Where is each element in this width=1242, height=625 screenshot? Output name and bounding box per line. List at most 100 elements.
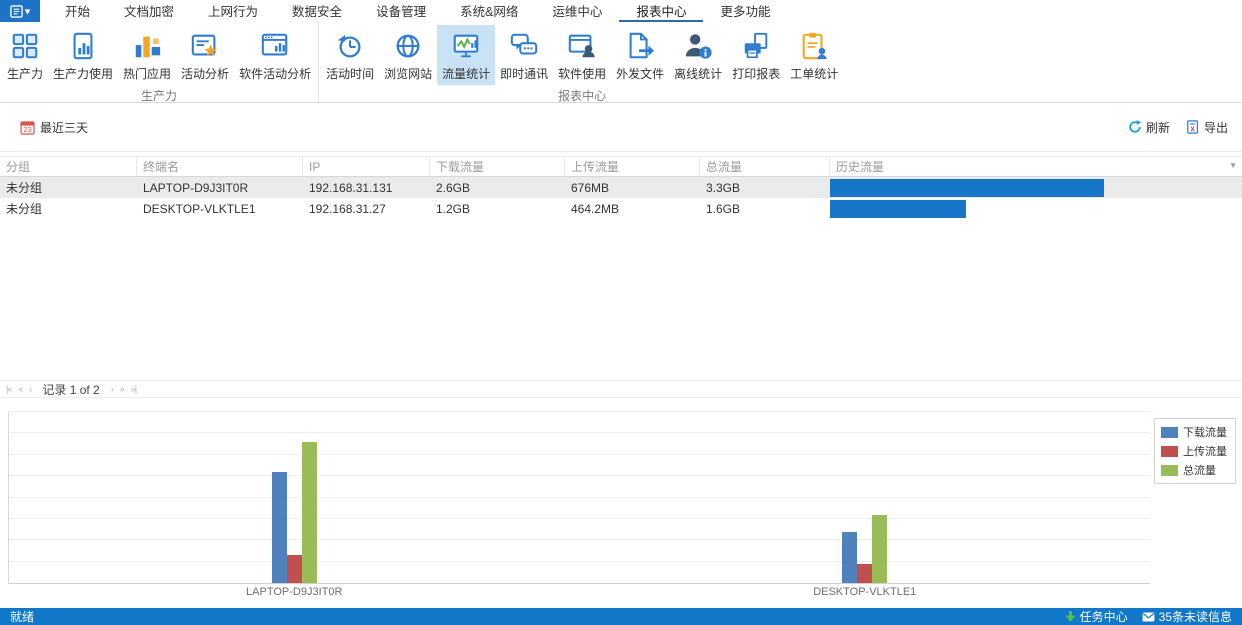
total-swatch-icon	[1161, 464, 1178, 476]
ribbon-item-label: 生产力使用	[53, 67, 114, 81]
ribbon: 生产力 生产力使用 热门应用 活动分析 软件活动分析 生产力 活动时间 浏览网站…	[0, 22, 1242, 103]
date-range-label: 最近三天	[40, 120, 89, 135]
first-page-button[interactable]: |«	[6, 384, 12, 394]
menu-tab-report-center[interactable]: 报表中心	[619, 0, 704, 22]
column-header-upload[interactable]: 上传流量	[565, 157, 700, 176]
ribbon-item-activity-time[interactable]: 活动时间	[321, 25, 379, 85]
ribbon-group-report-center: 活动时间 浏览网站 流量统计 即时通讯 软件使用 外发文件 离线统计 打印报表 …	[319, 22, 845, 103]
ribbon-item-label: 流量统计	[442, 67, 491, 81]
ribbon-item-label: 浏览网站	[384, 67, 433, 81]
menu-bar: ▾ 开始 文档加密 上网行为 数据安全 设备管理 系统&网络 运维中心 报表中心…	[0, 0, 1242, 22]
legend-entry-upload: 上传流量	[1161, 443, 1227, 459]
cell-ip: 192.168.31.27	[309, 201, 386, 216]
chart-bar	[842, 531, 858, 583]
hot-apps-icon	[132, 29, 162, 63]
cell-terminal: DESKTOP-VLKTLE1	[143, 201, 256, 216]
unread-messages-button[interactable]: 35条未读信息	[1142, 608, 1232, 625]
column-header-total[interactable]: 总流量	[700, 157, 830, 176]
cell-download: 2.6GB	[436, 180, 471, 195]
cell-upload: 676MB	[571, 180, 610, 195]
ribbon-item-productivity[interactable]: 生产力	[2, 25, 48, 85]
software-activity-analysis-icon	[260, 29, 290, 63]
menu-tab-more-functions[interactable]: 更多功能	[703, 0, 787, 22]
browse-website-icon	[393, 29, 423, 63]
ribbon-item-label: 外发文件	[616, 67, 665, 81]
ribbon-item-traffic-stats[interactable]: 流量统计	[437, 25, 496, 85]
date-range-filter[interactable]: 23 最近三天	[20, 119, 88, 136]
menu-tab-ops-center[interactable]: 运维中心	[535, 0, 619, 22]
activity-time-icon	[335, 29, 365, 63]
calendar-icon: 23	[20, 120, 35, 135]
refresh-icon	[1128, 120, 1142, 134]
column-filter-caret-icon[interactable]: ▼	[1229, 161, 1237, 170]
export-label: 导出	[1203, 120, 1228, 135]
record-count-text: 记录 1 of 2	[42, 382, 100, 397]
empty-area	[0, 219, 1242, 380]
ribbon-item-label: 离线统计	[674, 67, 723, 81]
svg-text:23: 23	[23, 125, 31, 134]
ribbon-item-instant-messaging[interactable]: 即时通讯	[495, 25, 553, 85]
work-order-stats-icon	[799, 29, 829, 63]
menu-tab-data-security[interactable]: 数据安全	[275, 0, 359, 22]
menu-tab-doc-encryption[interactable]: 文档加密	[107, 0, 191, 22]
app-menu-button[interactable]: ▾	[0, 0, 40, 22]
cell-ip: 192.168.31.131	[309, 180, 393, 195]
cell-total: 1.6GB	[706, 201, 741, 216]
column-header-history[interactable]: 历史流量 ▼	[830, 157, 1242, 176]
ribbon-item-print-report[interactable]: 打印报表	[727, 25, 785, 85]
export-file-icon: X	[1186, 120, 1200, 134]
application-window: ▾ 开始 文档加密 上网行为 数据安全 设备管理 系统&网络 运维中心 报表中心…	[0, 0, 1242, 625]
status-bar: 就绪 任务中心 35条未读信息	[0, 608, 1242, 625]
column-header-group[interactable]: 分组	[0, 157, 137, 176]
download-arrow-icon	[1065, 610, 1076, 623]
productivity-grid-icon	[10, 29, 40, 63]
cell-upload: 464.2MB	[571, 201, 620, 216]
refresh-button[interactable]: 刷新	[1128, 119, 1170, 136]
chart-category-label: LAPTOP-D9J3IT0R	[246, 586, 343, 598]
refresh-label: 刷新	[1145, 120, 1170, 135]
ribbon-item-outgoing-files[interactable]: 外发文件	[611, 25, 669, 85]
cell-total: 3.3GB	[706, 180, 741, 195]
ribbon-item-software-usage[interactable]: 软件使用	[553, 25, 611, 85]
ribbon-item-hot-apps[interactable]: 热门应用	[118, 25, 176, 85]
ribbon-item-work-order-stats[interactable]: 工单统计	[785, 25, 843, 85]
chart-bar	[857, 563, 873, 583]
productivity-usage-icon	[68, 29, 98, 63]
message-envelope-icon	[1142, 611, 1155, 622]
ribbon-item-software-activity-analysis[interactable]: 软件活动分析	[234, 25, 316, 85]
column-header-download[interactable]: 下载流量	[430, 157, 565, 176]
chart-bar	[872, 514, 888, 583]
ribbon-item-label: 打印报表	[732, 67, 781, 81]
offline-stats-icon	[683, 29, 713, 63]
status-state-label: 就绪	[10, 610, 35, 624]
ribbon-item-browse-website[interactable]: 浏览网站	[379, 25, 437, 85]
ribbon-item-label: 软件使用	[558, 67, 607, 81]
next-page-button[interactable]: ›	[111, 384, 114, 394]
table-header-row: 分组 终端名 IP 下载流量 上传流量 总流量 历史流量 ▼	[0, 156, 1242, 177]
menu-tab-system-network[interactable]: 系统&网络	[443, 0, 535, 22]
ribbon-item-label: 活动分析	[181, 67, 230, 81]
chart-category-group: LAPTOP-D9J3IT0R	[9, 412, 580, 598]
ribbon-item-offline-stats[interactable]: 离线统计	[669, 25, 727, 85]
outgoing-files-icon	[625, 29, 655, 63]
menu-tab-web-behavior[interactable]: 上网行为	[191, 0, 275, 22]
chart-plot: LAPTOP-D9J3IT0R DESKTOP-VLKTLE1	[8, 411, 1150, 598]
ribbon-item-label: 热门应用	[123, 67, 172, 81]
menu-tab-device-mgmt[interactable]: 设备管理	[359, 0, 443, 22]
table-row[interactable]: 未分组 DESKTOP-VLKTLE1 192.168.31.27 1.2GB …	[0, 198, 1242, 219]
next-fast-button[interactable]: »	[120, 384, 125, 394]
cell-terminal: LAPTOP-D9J3IT0R	[143, 180, 249, 195]
ribbon-item-productivity-usage[interactable]: 生产力使用	[48, 25, 118, 85]
prev-fast-button[interactable]: «	[18, 384, 23, 394]
column-header-ip[interactable]: IP	[303, 157, 430, 176]
software-usage-icon	[567, 29, 597, 63]
table-row[interactable]: 未分组 LAPTOP-D9J3IT0R 192.168.31.131 2.6GB…	[0, 177, 1242, 198]
ribbon-item-activity-analysis[interactable]: 活动分析	[176, 25, 234, 85]
last-page-button[interactable]: »|	[131, 384, 137, 394]
prev-page-button[interactable]: ‹	[29, 384, 32, 394]
task-center-button[interactable]: 任务中心	[1065, 608, 1128, 625]
menu-tab-start[interactable]: 开始	[48, 0, 107, 22]
ribbon-item-label: 生产力	[7, 67, 44, 81]
export-button[interactable]: X 导出	[1186, 119, 1228, 136]
column-header-terminal[interactable]: 终端名	[137, 157, 303, 176]
